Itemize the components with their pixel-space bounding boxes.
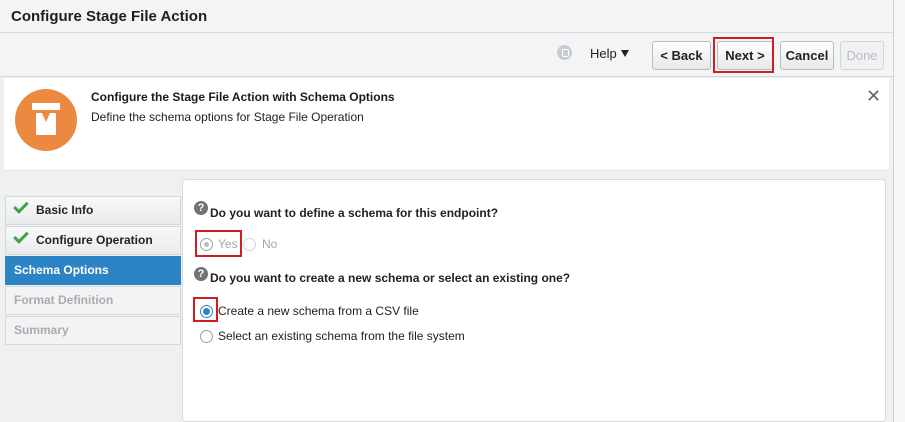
question-icon: ? [194,201,208,215]
help-menu-label[interactable]: Help [590,46,617,61]
sidebar-item-label: Summary [14,323,69,337]
sidebar-item-schema-options[interactable]: Schema Options [5,256,181,285]
radio-select-existing-schema[interactable] [200,330,213,343]
header-banner: Configure the Stage File Action with Sch… [4,78,889,171]
graduate-icon [15,89,77,151]
cancel-button[interactable]: Cancel [780,41,834,70]
radio-no [243,238,256,251]
radio-no-label: No [262,237,278,251]
checkmark-icon [13,228,29,244]
yes-highlight [195,230,242,257]
chevron-down-icon[interactable] [621,50,629,57]
sidebar-item-label: Schema Options [14,263,109,277]
back-button[interactable]: < Back [652,41,711,70]
question-icon: ? [194,267,208,281]
radio-create-new-schema-label[interactable]: Create a new schema from a CSV file [218,304,419,318]
window-edge [893,0,905,422]
title-bar: Configure Stage File Action [0,0,893,33]
radio-select-existing-schema-label[interactable]: Select an existing schema from the file … [218,329,465,343]
sidebar-item-label: Basic Info [36,203,94,217]
banner-title: Configure the Stage File Action with Sch… [91,90,395,104]
checkmark-icon [13,198,29,214]
banner-subtitle: Define the schema options for Stage File… [91,110,364,124]
help-icon[interactable] [557,45,572,60]
done-button: Done [840,41,884,70]
window-title: Configure Stage File Action [11,8,208,25]
sidebar-item-summary: Summary [5,316,181,345]
close-icon[interactable]: ✕ [866,87,881,105]
sidebar-item-configure-operation[interactable]: Configure Operation [5,226,181,255]
sidebar-item-basic-info[interactable]: Basic Info [5,196,181,225]
schema-options-panel: ? Do you want to define a schema for thi… [182,179,886,422]
wizard-sidebar: Basic Info Configure Operation Schema Op… [0,172,182,422]
sidebar-item-label: Configure Operation [36,233,153,247]
sidebar-item-label: Format Definition [14,293,114,307]
next-button-highlight [713,37,774,73]
question-schema-source: Do you want to create a new schema or se… [210,271,571,285]
toolbar: Help < Back Next > Cancel Done [0,33,893,77]
sidebar-item-format-definition: Format Definition [5,286,181,315]
create-schema-highlight [193,297,218,322]
question-define-schema: Do you want to define a schema for this … [210,206,499,220]
